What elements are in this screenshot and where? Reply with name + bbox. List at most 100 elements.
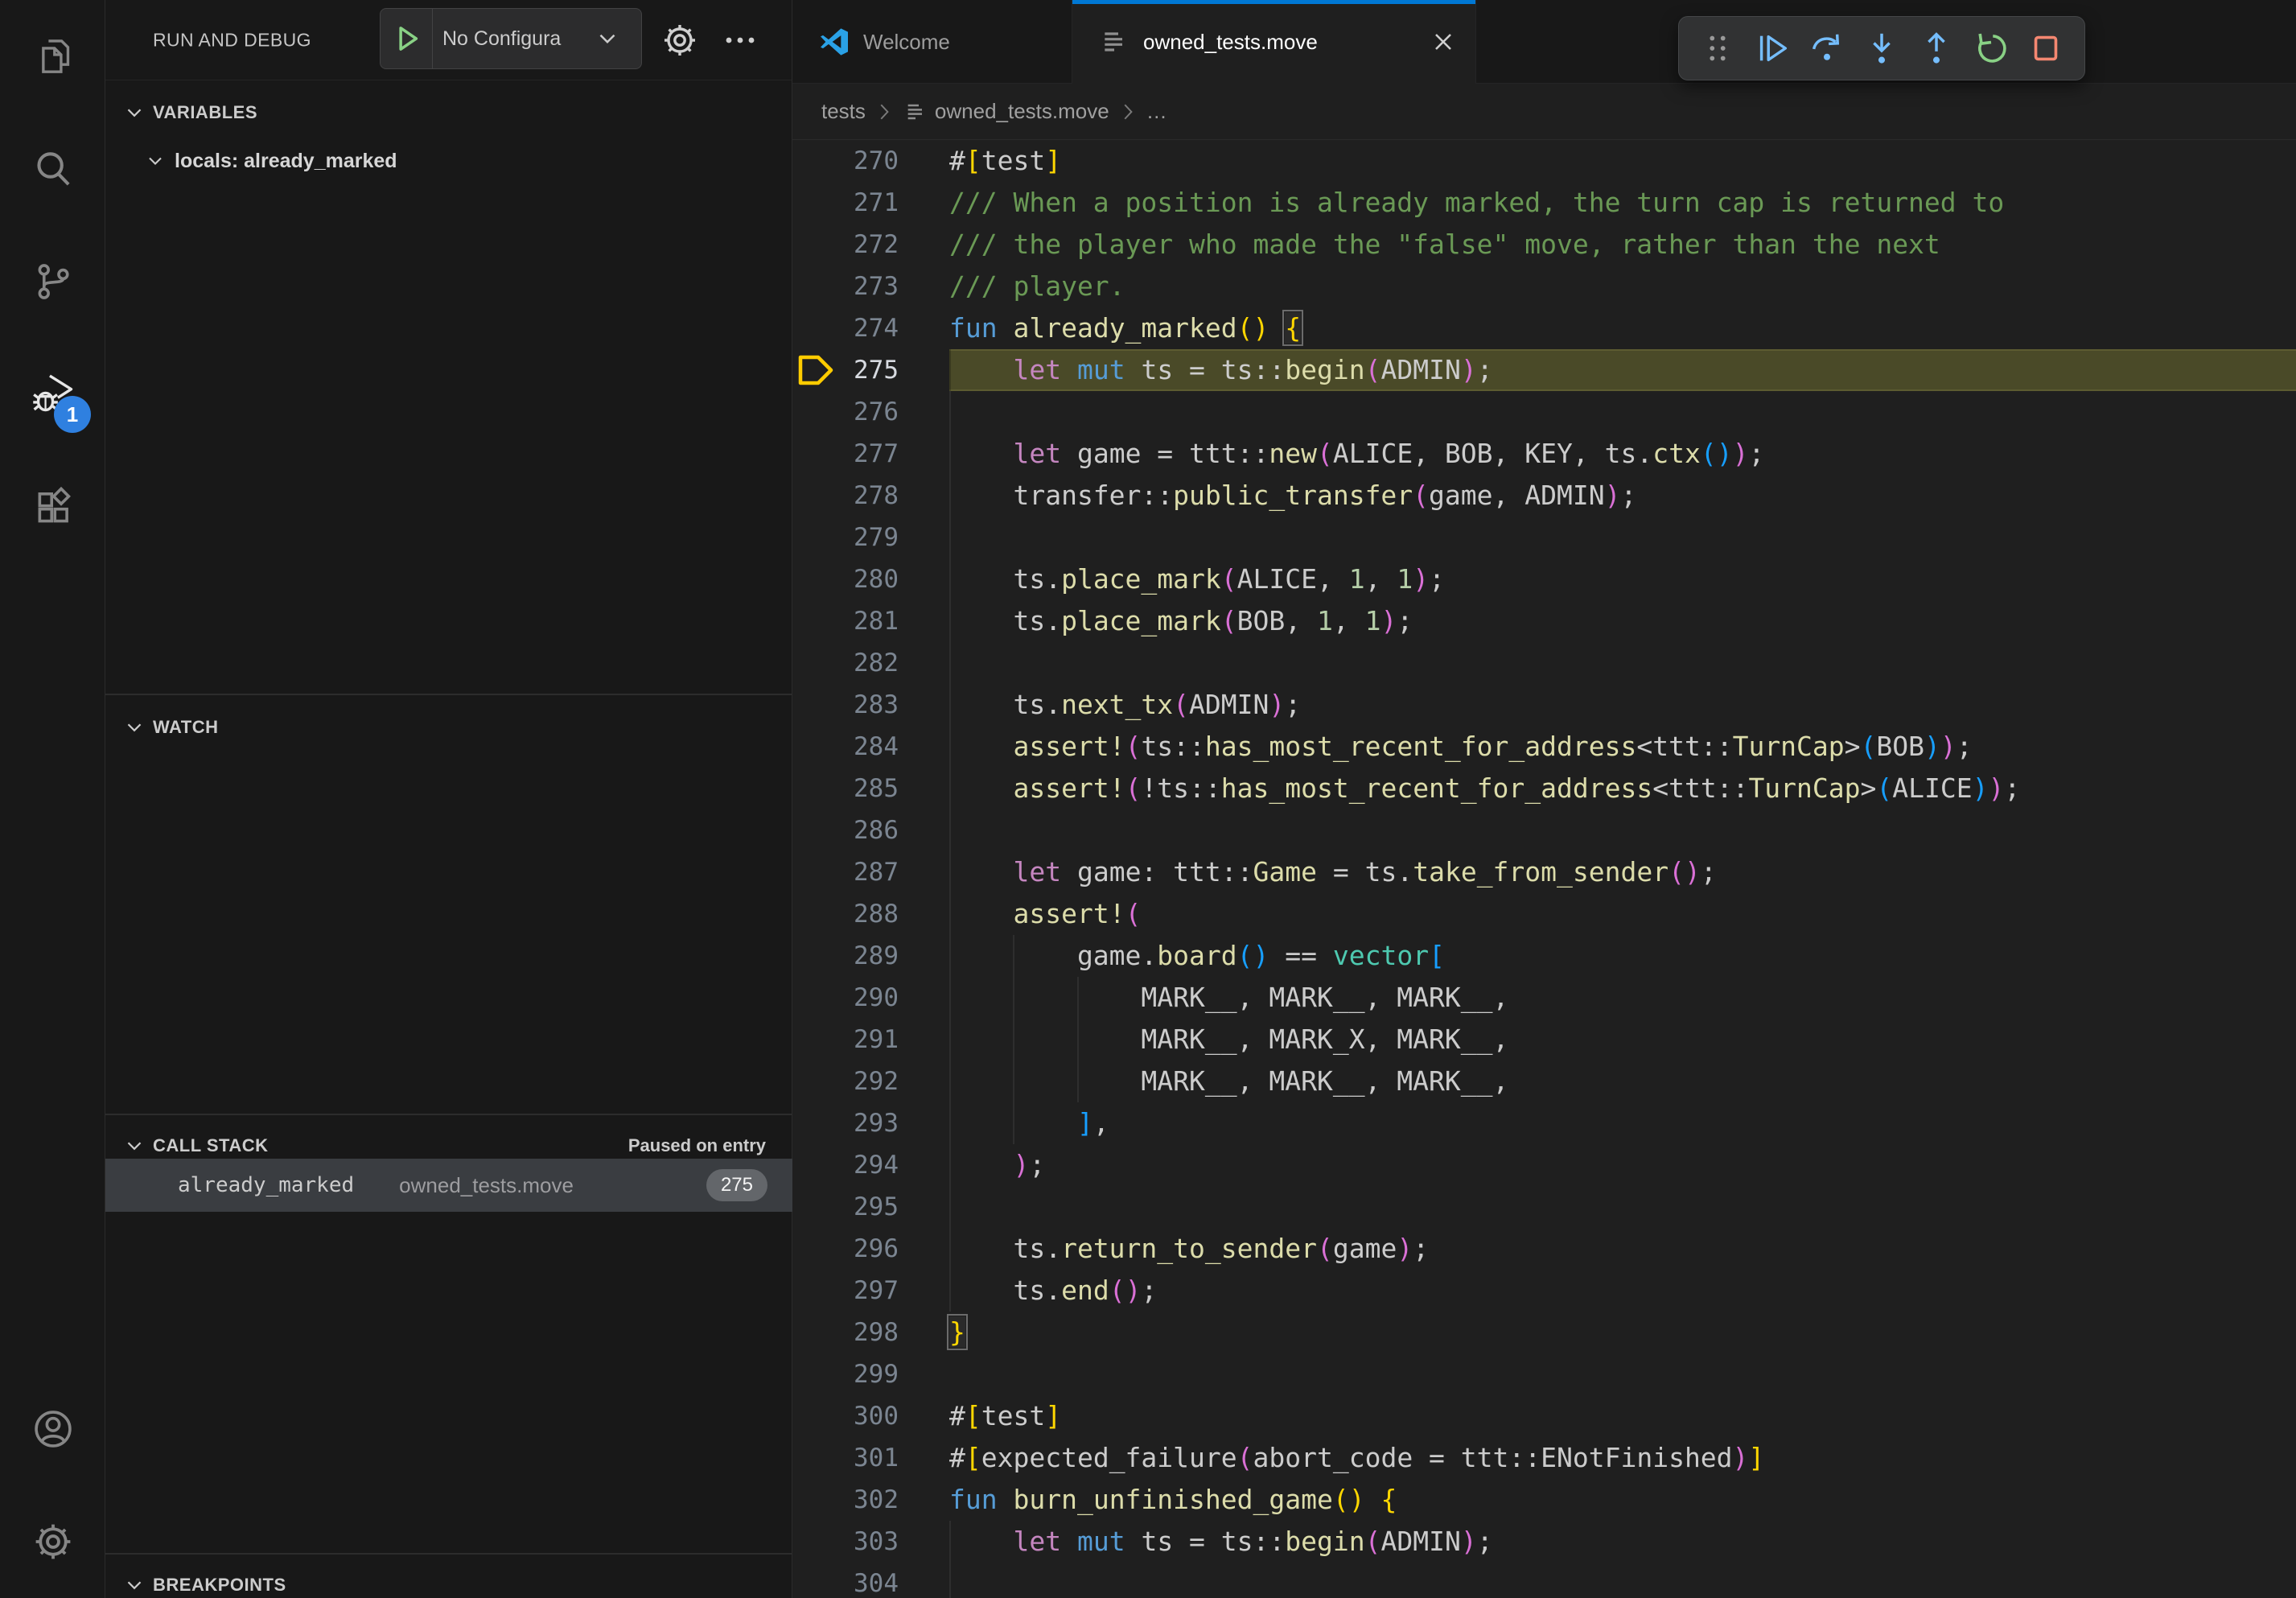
code-line-text[interactable]: fun already_marked() { [949,307,2296,349]
code-line-text[interactable]: /// player. [949,266,2296,307]
code-line-text[interactable] [949,517,2296,558]
gutter[interactable]: 302 [792,1479,949,1521]
debug-step-out-button[interactable] [1913,25,1960,72]
gutter[interactable]: 277 [792,433,949,475]
activity-bar-item-search[interactable] [0,113,105,225]
code-line-text[interactable]: let mut ts = ts::begin(ADMIN); [949,349,2296,391]
code-line-276[interactable]: 276 [792,391,2296,433]
code-line-296[interactable]: 296 ts.return_to_sender(game); [792,1228,2296,1270]
code-line-297[interactable]: 297 ts.end(); [792,1270,2296,1312]
gutter[interactable]: 273 [792,266,949,307]
gutter[interactable]: 292 [792,1061,949,1102]
gutter[interactable]: 285 [792,768,949,809]
breakpoints-section-header[interactable]: BREAKPOINTS [105,1559,792,1598]
code-line-text[interactable]: ], [949,1102,2296,1144]
code-line-text[interactable]: transfer::public_transfer(game, ADMIN); [949,475,2296,517]
debug-gear-icon[interactable] [660,21,699,60]
code-line-304[interactable]: 304 [792,1563,2296,1598]
code-line-text[interactable]: MARK__, MARK_X, MARK__, [949,1019,2296,1061]
variables-section-header[interactable]: VARIABLES [105,87,792,138]
gutter[interactable]: 287 [792,851,949,893]
code-line-301[interactable]: 301#[expected_failure(abort_code = ttt::… [792,1437,2296,1479]
code-line-text[interactable] [949,1186,2296,1228]
debug-step-over-button[interactable] [1804,25,1850,72]
gutter[interactable]: 271 [792,182,949,224]
code-line-text[interactable]: ts.end(); [949,1270,2296,1312]
start-debug-icon[interactable] [390,22,424,56]
activity-bar-item-extensions[interactable] [0,451,105,563]
code-line-278[interactable]: 278 transfer::public_transfer(game, ADMI… [792,475,2296,517]
code-line-290[interactable]: 290 MARK__, MARK__, MARK__, [792,977,2296,1019]
code-line-274[interactable]: 274fun already_marked() { [792,307,2296,349]
code-line-text[interactable]: let game: ttt::Game = ts.take_from_sende… [949,851,2296,893]
code-line-281[interactable]: 281 ts.place_mark(BOB, 1, 1); [792,600,2296,642]
gutter[interactable]: 279 [792,517,949,558]
breadcrumb-item-symbol[interactable]: … [1146,99,1167,124]
code-line-291[interactable]: 291 MARK__, MARK_X, MARK__, [792,1019,2296,1061]
gutter[interactable]: 284 [792,726,949,768]
code-line-text[interactable]: fun burn_unfinished_game() { [949,1479,2296,1521]
code-line-300[interactable]: 300#[test] [792,1395,2296,1437]
code-line-280[interactable]: 280 ts.place_mark(ALICE, 1, 1); [792,558,2296,600]
code-line-text[interactable]: /// the player who made the "false" move… [949,224,2296,266]
code-line-277[interactable]: 277 let game = ttt::new(ALICE, BOB, KEY,… [792,433,2296,475]
code-line-text[interactable]: ts.place_mark(BOB, 1, 1); [949,600,2296,642]
code-line-294[interactable]: 294 ); [792,1144,2296,1186]
code-line-292[interactable]: 292 MARK__, MARK__, MARK__, [792,1061,2296,1102]
gutter[interactable]: 289 [792,935,949,977]
gutter[interactable]: 299 [792,1353,949,1395]
gutter[interactable]: 276 [792,391,949,433]
code-line-286[interactable]: 286 [792,809,2296,851]
code-line-text[interactable] [949,391,2296,433]
gutter[interactable]: 270 [792,140,949,182]
gutter[interactable]: 290 [792,977,949,1019]
gutter[interactable]: 274 [792,307,949,349]
gutter[interactable]: 298 [792,1312,949,1353]
code-line-text[interactable]: ts.place_mark(ALICE, 1, 1); [949,558,2296,600]
code-line-284[interactable]: 284 assert!(ts::has_most_recent_for_addr… [792,726,2296,768]
code-line-295[interactable]: 295 [792,1186,2296,1228]
code-line-285[interactable]: 285 assert!(!ts::has_most_recent_for_add… [792,768,2296,809]
gutter[interactable]: 275 [792,349,949,391]
code-line-text[interactable]: /// When a position is already marked, t… [949,182,2296,224]
code-line-275[interactable]: 275 let mut ts = ts::begin(ADMIN); [792,349,2296,391]
code-line-text[interactable]: #[test] [949,1395,2296,1437]
gutter[interactable]: 291 [792,1019,949,1061]
code-line-303[interactable]: 303 let mut ts = ts::begin(ADMIN); [792,1521,2296,1563]
code-line-270[interactable]: 270#[test] [792,140,2296,182]
tab-welcome[interactable]: Welcome [792,0,1072,84]
code-line-273[interactable]: 273/// player. [792,266,2296,307]
activity-bar-item-run-and-debug[interactable]: 1 [0,338,105,451]
breadcrumb-item-file[interactable]: owned_tests.move [935,99,1109,124]
code-line-287[interactable]: 287 let game: ttt::Game = ts.take_from_s… [792,851,2296,893]
gutter[interactable]: 303 [792,1521,949,1563]
gutter[interactable]: 300 [792,1395,949,1437]
gutter[interactable]: 293 [792,1102,949,1144]
more-actions-icon[interactable] [721,21,759,60]
gutter[interactable]: 281 [792,600,949,642]
code-line-text[interactable]: assert!( [949,893,2296,935]
code-editor[interactable]: 270#[test]271/// When a position is alre… [792,140,2296,1598]
gutter[interactable]: 282 [792,642,949,684]
call-stack-frame[interactable]: already_marked owned_tests.move 275 [105,1159,792,1212]
code-line-text[interactable]: MARK__, MARK__, MARK__, [949,1061,2296,1102]
debug-restart-button[interactable] [1968,25,2014,72]
code-line-302[interactable]: 302fun burn_unfinished_game() { [792,1479,2296,1521]
code-line-text[interactable]: let game = ttt::new(ALICE, BOB, KEY, ts.… [949,433,2296,475]
debug-drag-handle-button[interactable] [1694,25,1741,72]
code-line-text[interactable] [949,809,2296,851]
gutter[interactable]: 288 [792,893,949,935]
code-line-text[interactable]: #[expected_failure(abort_code = ttt::ENo… [949,1437,2296,1479]
gutter[interactable]: 272 [792,224,949,266]
code-line-text[interactable]: #[test] [949,140,2296,182]
code-line-text[interactable]: let mut ts = ts::begin(ADMIN); [949,1521,2296,1563]
gutter[interactable]: 295 [792,1186,949,1228]
code-line-298[interactable]: 298} [792,1312,2296,1353]
close-icon[interactable] [1429,27,1458,56]
code-line-289[interactable]: 289 game.board() == vector[ [792,935,2296,977]
activity-bar-item-source-control[interactable] [0,225,105,338]
code-line-288[interactable]: 288 assert!( [792,893,2296,935]
debug-step-into-button[interactable] [1858,25,1905,72]
gutter[interactable]: 297 [792,1270,949,1312]
debug-config-dropdown[interactable]: No Configura [380,8,642,69]
